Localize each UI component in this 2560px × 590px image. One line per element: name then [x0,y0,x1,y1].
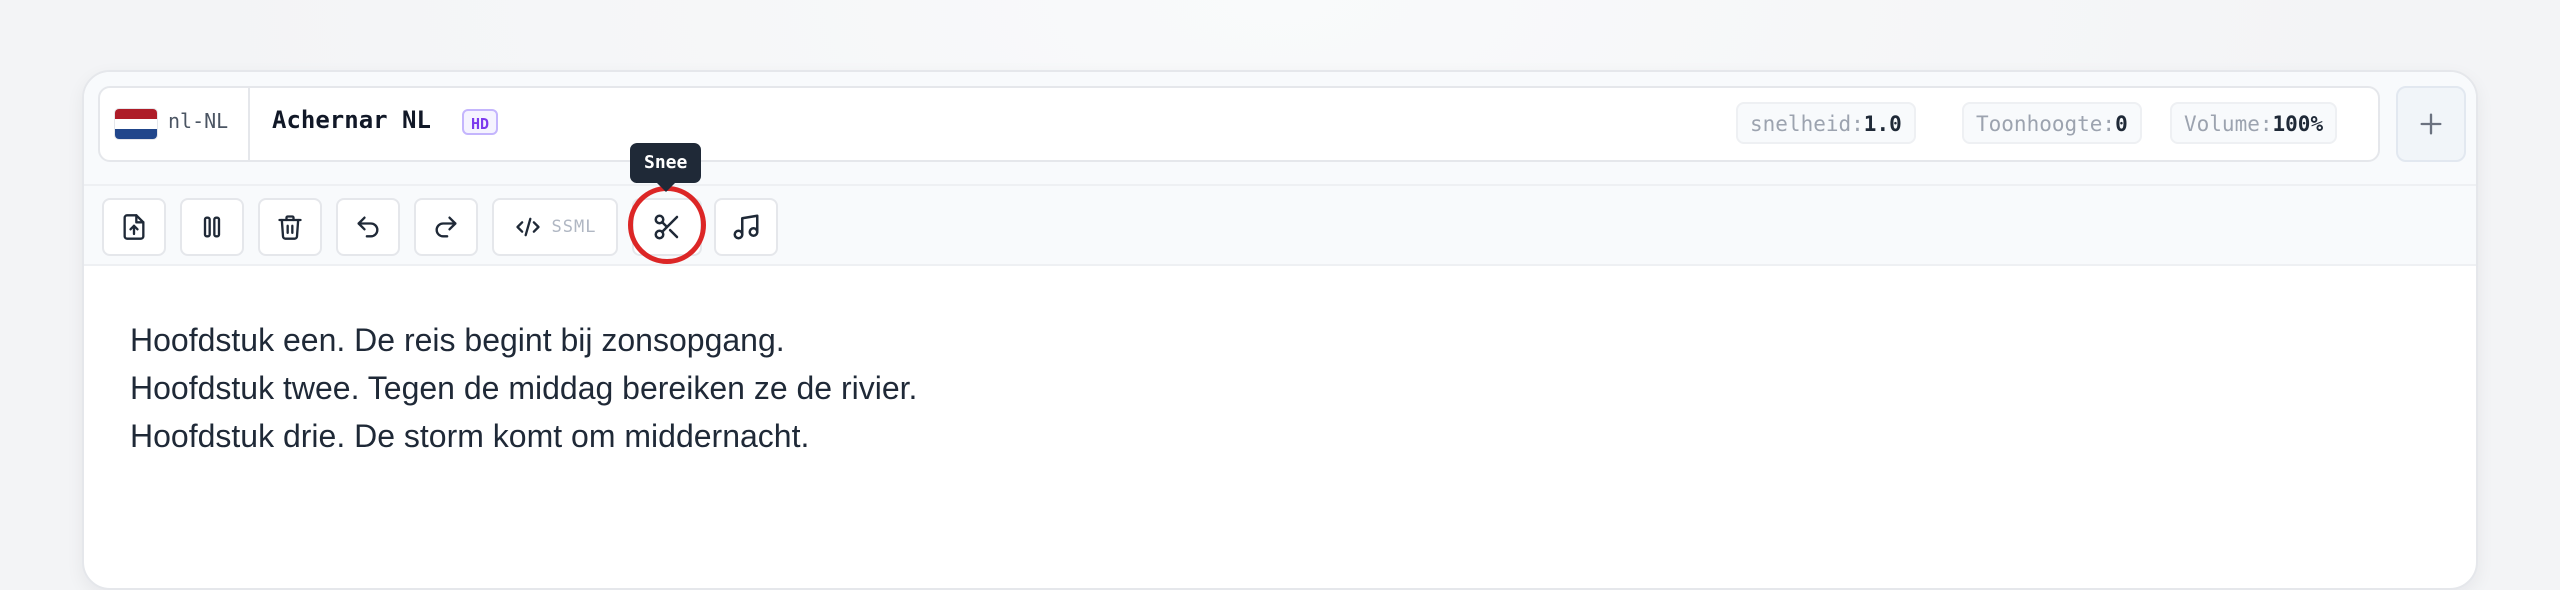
speed-label: snelheid: [1750,112,1864,136]
pitch-label: Toonhoogte: [1976,112,2116,136]
flag-stripe-blue [115,128,157,139]
volume-control[interactable]: Volume:100% [2170,102,2338,144]
editor-line: Hoofdstuk twee. Tegen de middag bereiken… [130,370,918,406]
voice-selector[interactable]: nl-NL Achernar NL HD snelheid:1.0 Toonho… [98,86,2380,162]
volume-value: 100% [2272,112,2324,136]
language-selector[interactable]: nl-NL [100,88,250,160]
editor-toolbar: SSML [84,186,2476,266]
split-tooltip: Snee [630,143,702,192]
undo-icon [357,216,379,238]
pitch-control[interactable]: Toonhoogte:0 [1962,102,2142,144]
pitch-value: 0 [2115,112,2128,136]
plus-icon [2420,113,2442,135]
editor-line: Hoofdstuk een. De reis begint bij zonsop… [130,322,785,358]
pause-button[interactable] [180,198,244,256]
flag-stripe-white [115,118,157,129]
redo-button[interactable] [414,198,478,256]
language-code: nl-NL [168,109,229,133]
flag-stripe-red [115,109,157,119]
speed-control[interactable]: snelheid:1.0 [1736,102,1916,144]
upload-file-button[interactable] [102,198,166,256]
editor-line: Hoofdstuk drie. De storm komt om middern… [130,418,810,454]
scissors-icon [654,214,679,240]
add-voice-button[interactable] [2396,86,2466,162]
hd-badge: HD [462,109,499,135]
redo-icon [435,216,457,238]
file-upload-icon [123,214,145,240]
delete-button[interactable] [258,198,322,256]
ssml-label: SSML [551,217,597,237]
music-button[interactable] [714,198,778,256]
volume-label: Volume: [2184,112,2273,136]
speed-value: 1.0 [1863,112,1902,136]
trash-icon [278,215,302,240]
code-icon [515,217,540,237]
split-button[interactable] [632,198,702,256]
voice-header: nl-NL Achernar NL HD snelheid:1.0 Toonho… [84,72,2476,186]
undo-button[interactable] [336,198,400,256]
voice-name: Achernar NL [272,106,431,134]
pause-icon [203,216,221,238]
netherlands-flag-icon [114,108,158,140]
music-note-icon [733,214,759,240]
text-editor[interactable]: Hoofdstuk een. De reis begint bij zonsop… [130,316,917,460]
tts-editor-panel: nl-NL Achernar NL HD snelheid:1.0 Toonho… [82,70,2478,590]
ssml-button[interactable]: SSML [492,198,618,256]
